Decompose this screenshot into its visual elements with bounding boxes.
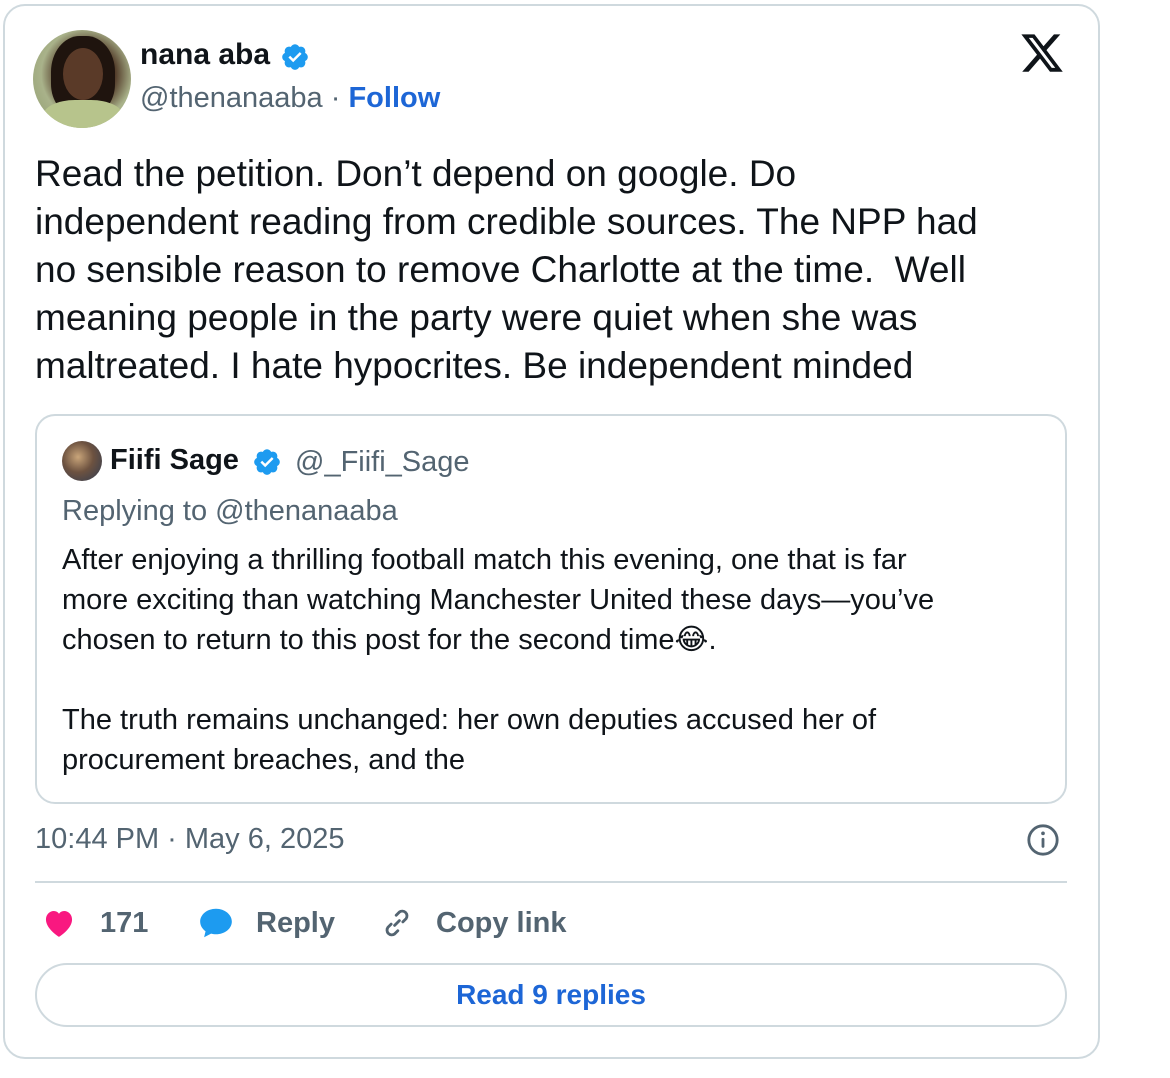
- quoted-author-name[interactable]: Fiifi Sage: [110, 444, 239, 477]
- copy-link-button[interactable]: Copy link: [378, 903, 567, 943]
- follow-button[interactable]: Follow: [348, 82, 440, 114]
- quoted-avatar[interactable]: [62, 441, 102, 481]
- author-name[interactable]: nana aba: [140, 38, 270, 72]
- heart-icon: [45, 911, 73, 937]
- copy-link-label: Copy link: [436, 906, 567, 939]
- speech-bubble-icon: [200, 908, 232, 938]
- author-handle[interactable]: @thenanaaba: [140, 82, 323, 114]
- quoted-tweet-text: After enjoying a thrilling football matc…: [62, 544, 935, 776]
- handle-separator: ·: [330, 82, 341, 114]
- link-icon: [385, 909, 409, 937]
- reply-button[interactable]: Reply: [196, 903, 335, 943]
- quoted-verified-badge-icon: [254, 449, 280, 475]
- like-button[interactable]: 171: [40, 903, 148, 943]
- read-replies-button[interactable]: Read 9 replies: [35, 963, 1067, 1027]
- author-avatar[interactable]: [33, 30, 131, 128]
- quoted-replying-to: Replying to @thenanaaba: [62, 495, 398, 527]
- info-icon[interactable]: [1026, 823, 1060, 857]
- tweet-timestamp[interactable]: 10:44 PM · May 6, 2025: [35, 823, 345, 856]
- quoted-tweet[interactable]: Fiifi Sage @_Fiifi_Sage Replying to @the…: [35, 414, 1067, 804]
- tweet-text: Read the petition. Don’t depend on googl…: [35, 153, 978, 386]
- reply-label: Reply: [256, 906, 335, 939]
- author-handle-line: @thenanaaba · Follow: [140, 82, 440, 115]
- verified-badge-icon: [282, 44, 308, 70]
- quoted-author-handle[interactable]: @_Fiifi_Sage: [295, 446, 470, 479]
- like-count: 171: [100, 906, 149, 939]
- divider: [35, 881, 1067, 883]
- x-logo-icon[interactable]: [1018, 30, 1066, 76]
